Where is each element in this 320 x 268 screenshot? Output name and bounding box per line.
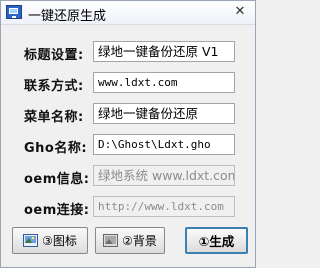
menu-name-input[interactable]: 绿地一键备份还原: [93, 103, 235, 124]
icon-button-label: ③图标: [42, 234, 77, 248]
gho-name-input[interactable]: D:\Ghost\Ldxt.gho: [93, 134, 235, 155]
picture-icon: [23, 234, 39, 247]
contact-input[interactable]: www.ldxt.com: [93, 72, 235, 93]
main-window: 一键还原生成 ✕ 标题设置: 绿地一键备份还原 V1 联系方式: www.ldx…: [0, 0, 256, 268]
oem-info-input: 绿地系统 www.ldxt.com: [93, 165, 235, 186]
background-button[interactable]: ②背景: [95, 227, 165, 254]
oem-info-label: oem信息:: [24, 172, 90, 187]
image-icon: [103, 234, 119, 247]
generate-button[interactable]: ①生成: [185, 227, 248, 254]
window-title: 一键还原生成: [28, 9, 107, 24]
title-setting-input[interactable]: 绿地一键备份还原 V1: [93, 41, 235, 62]
title-bar[interactable]: 一键还原生成 ✕: [1, 1, 255, 25]
title-setting-label: 标题设置:: [24, 48, 84, 63]
oem-link-label: oem连接:: [24, 203, 90, 218]
background-button-label: ②背景: [122, 234, 157, 248]
menu-name-label: 菜单名称:: [24, 110, 84, 125]
generate-button-label: ①生成: [198, 234, 235, 249]
gho-name-label: Gho名称:: [24, 141, 88, 156]
icon-button[interactable]: ③图标: [12, 227, 88, 254]
app-icon: [6, 5, 22, 19]
contact-label: 联系方式:: [24, 79, 84, 94]
oem-link-input: http://www.ldxt.com: [93, 196, 235, 217]
close-icon[interactable]: ✕: [232, 4, 248, 20]
